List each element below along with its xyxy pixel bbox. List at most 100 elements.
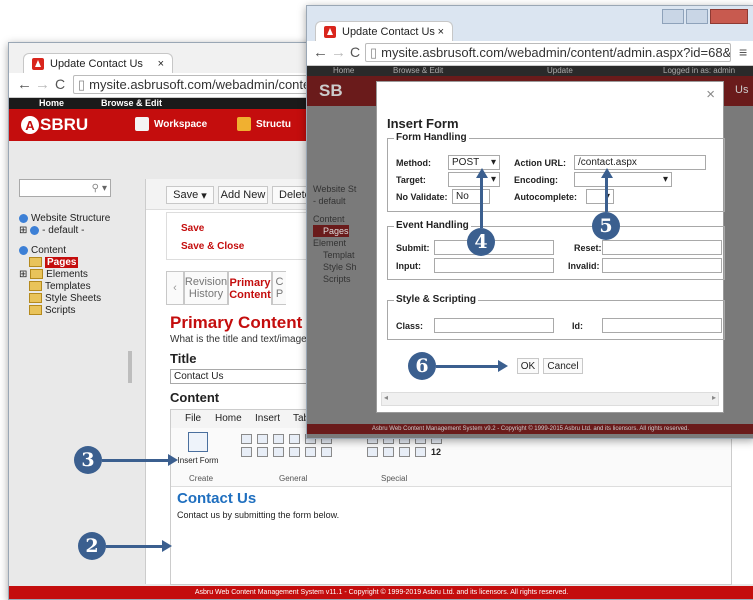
method-select[interactable]: POST ▾ [448, 155, 500, 170]
callout-3: 3 [74, 446, 102, 474]
tab-close-icon[interactable]: × [158, 58, 164, 70]
globe-icon [30, 225, 40, 235]
action-url-value: /contact.aspx [578, 157, 637, 168]
tabs-scroll-left-icon[interactable]: ‹ [166, 271, 184, 305]
tree-item: Website St [313, 184, 357, 194]
no-validate-select[interactable]: No [452, 189, 490, 204]
class-input[interactable] [434, 318, 554, 333]
save-dropdown-button[interactable]: Save ▾ [166, 186, 214, 204]
form-handling-legend: Form Handling [394, 132, 469, 143]
folder-icon [29, 257, 42, 268]
menu-home[interactable]: Home [215, 413, 242, 424]
pin-icon[interactable] [415, 447, 426, 457]
tab-other[interactable]: CP [272, 271, 286, 305]
label-icon[interactable] [305, 447, 316, 457]
back-arrow-icon[interactable]: ← [17, 76, 32, 93]
ok-button[interactable]: OK [517, 358, 539, 374]
nav-home: Home [333, 66, 355, 75]
tree-default[interactable]: ⊞ - default - [19, 225, 110, 237]
list-icon[interactable] [399, 447, 410, 457]
scroll-left-icon[interactable]: ◂ [384, 393, 388, 402]
globe-icon [19, 213, 28, 223]
structure-button[interactable]: Structu [237, 117, 291, 131]
tree-search-input[interactable]: ⚲ ▾ [19, 179, 111, 197]
textarea-icon[interactable] [273, 434, 284, 444]
textbox-icon[interactable] [241, 434, 252, 444]
workspace-icon [135, 117, 149, 131]
splitter-handle[interactable] [128, 351, 132, 383]
action-url-label: Action URL: [514, 158, 566, 168]
cancel-button[interactable]: Cancel [543, 358, 583, 374]
input-handler-input[interactable] [434, 258, 554, 273]
dialog-scrollbar[interactable]: ◂ ▸ [381, 392, 719, 406]
checkbox-icon[interactable] [289, 434, 300, 444]
nav-logged-in: Logged in as: admin [663, 66, 736, 75]
tree-elements[interactable]: ⊞ Elements [19, 269, 110, 281]
tab-line: Content [229, 288, 271, 301]
back-arrow-icon[interactable]: ← [313, 44, 328, 61]
menu-file[interactable]: File [185, 413, 201, 424]
target-select[interactable]: ▾ [448, 172, 500, 187]
chevron-down-icon: ▾ [662, 174, 668, 185]
close-window-icon[interactable] [710, 9, 748, 24]
reset-input[interactable] [602, 240, 722, 255]
tree-pages[interactable]: Pages [19, 257, 110, 269]
reload-icon[interactable]: C [55, 76, 65, 92]
id-input[interactable] [602, 318, 722, 333]
maximize-icon[interactable] [686, 9, 708, 24]
tree-label: Templates [45, 281, 91, 292]
tree-style-sheets[interactable]: Style Sheets [19, 293, 110, 305]
menu-icon[interactable]: ≡ [739, 44, 747, 60]
dialog-close-icon[interactable]: × [706, 86, 715, 103]
add-new-button[interactable]: Add New [218, 186, 268, 204]
reset-icon[interactable] [289, 447, 300, 457]
tab-primary-content[interactable]: Primary Content [228, 271, 272, 305]
logo-a-icon: A [21, 116, 39, 134]
nav-home[interactable]: Home [39, 98, 64, 108]
tree-website-structure[interactable]: Website Structure [19, 213, 110, 225]
tree-item: Templat [323, 250, 355, 260]
fieldset-icon[interactable] [321, 447, 332, 457]
menu-insert[interactable]: Insert [255, 413, 280, 424]
forward-arrow-icon[interactable]: → [331, 44, 346, 61]
password-icon[interactable] [257, 434, 268, 444]
encoding-select[interactable]: ▾ [574, 172, 672, 187]
front-footer: Asbru Web Content Management System v9.2… [307, 424, 753, 434]
search-icon[interactable]: ⚲ [92, 183, 99, 194]
autocomplete-select[interactable]: ▾ [586, 189, 614, 204]
workspace-button[interactable]: Workspace [135, 117, 207, 131]
nav-browse-edit[interactable]: Browse & Edit [101, 98, 162, 108]
action-url-input[interactable]: /contact.aspx [574, 155, 706, 170]
date-icon[interactable] [383, 447, 394, 457]
front-browser-tab[interactable]: Update Contact Us × [315, 21, 453, 41]
font-size-value[interactable]: 12 [431, 447, 444, 457]
tree-item: Scripts [323, 274, 351, 284]
insert-form-button[interactable]: Insert Form [175, 432, 221, 470]
front-url-bar[interactable]: ▯ mysite.asbrusoft.com/webadmin/content/a… [365, 43, 731, 62]
title-input[interactable]: Contact Us [170, 369, 320, 384]
image-button-icon[interactable] [241, 447, 252, 457]
back-browser-tab[interactable]: Update Contact Us × [23, 53, 173, 73]
tree-templates[interactable]: Templates [19, 281, 110, 293]
tab-close-icon[interactable]: × [438, 26, 444, 38]
group-general-label: General [279, 474, 308, 483]
tree-scripts[interactable]: Scripts [19, 305, 110, 317]
invalid-label: Invalid: [568, 261, 600, 271]
invalid-input[interactable] [602, 258, 722, 273]
search-dropdown-icon[interactable]: ▾ [102, 183, 107, 194]
form-handling-fieldset: Form Handling Method: POST ▾ Action URL: … [387, 132, 725, 212]
back-url-bar[interactable]: ▯ mysite.asbrusoft.com/webadmin/content/ [73, 75, 313, 94]
color-icon[interactable] [367, 447, 378, 457]
minimize-icon[interactable] [662, 9, 684, 24]
front-browser-window: Update Contact Us × ← → C ▯ mysite.asbrus… [306, 5, 753, 439]
menu-save-close[interactable]: Save & Close [181, 241, 244, 252]
tree-content[interactable]: Content [19, 245, 110, 257]
reload-icon[interactable]: C [350, 44, 360, 60]
button-icon[interactable] [257, 447, 268, 457]
forward-arrow-icon[interactable]: → [35, 76, 50, 93]
menu-save[interactable]: Save [181, 223, 204, 234]
scroll-right-icon[interactable]: ▸ [712, 393, 716, 402]
insert-form-label: Insert Form [177, 456, 219, 465]
submit-icon[interactable] [273, 447, 284, 457]
tab-revision-history[interactable]: Revision History [184, 271, 228, 305]
